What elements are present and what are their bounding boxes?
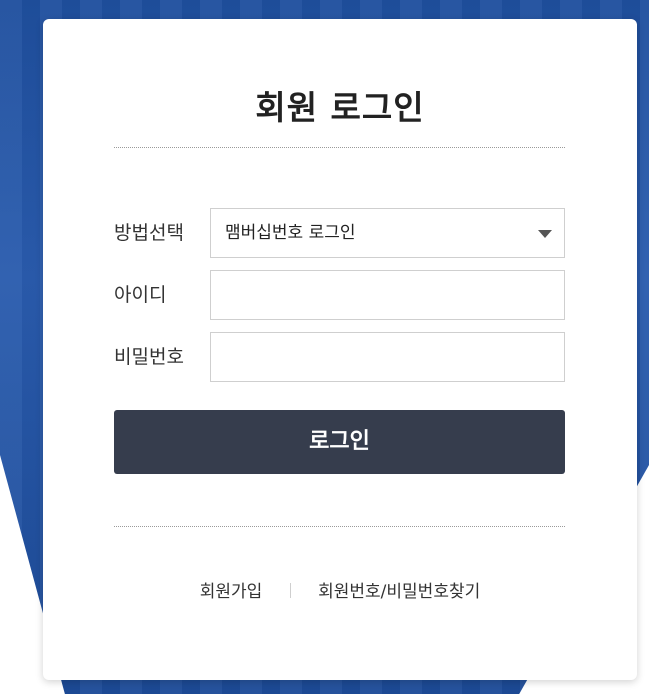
password-label: 비밀번호 [114,346,184,368]
chevron-down-icon [538,230,552,238]
id-input[interactable] [210,270,565,320]
password-row: 비밀번호 [114,332,565,382]
link-separator [289,583,291,598]
method-row: 방법선택 맴버십번호 로그인 [114,208,565,258]
bottom-divider [114,526,565,527]
signup-link[interactable]: 회원가입 [200,582,263,602]
login-card: 회원 로그인 방법선택 맴버십번호 로그인 아이디 비밀번호 로그인 회원가입 … [43,19,637,680]
footer-links: 회원가입 회원번호/비밀번호찾기 [43,577,637,602]
top-divider [114,147,565,148]
login-button[interactable]: 로그인 [114,410,565,474]
password-input[interactable] [210,332,565,382]
id-row: 아이디 [114,270,565,320]
method-label: 방법선택 [114,222,184,244]
method-select-value: 맴버십번호 로그인 [225,223,356,243]
id-label: 아이디 [114,284,167,306]
page-title: 회원 로그인 [255,88,425,127]
find-account-link[interactable]: 회원번호/비밀번호찾기 [318,582,480,602]
method-select[interactable]: 맴버십번호 로그인 [210,208,565,258]
